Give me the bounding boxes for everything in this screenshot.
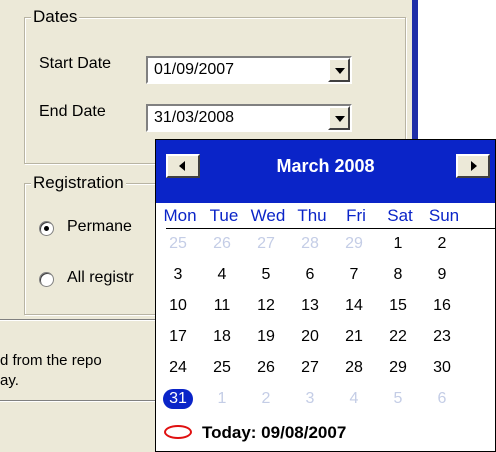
end-date-label: End Date	[39, 103, 106, 120]
day-cell[interactable]: 15	[381, 295, 415, 317]
day-of-week-label: Thu	[297, 206, 327, 225]
info-text-line2: ay.	[0, 372, 19, 389]
day-cell[interactable]: 28	[337, 357, 371, 379]
month-title: March 2008	[276, 156, 375, 176]
day-cell[interactable]: 2	[249, 388, 283, 410]
day-cell[interactable]: 4	[205, 264, 239, 286]
day-cell[interactable]: 6	[425, 388, 459, 410]
day-cell[interactable]: 17	[161, 326, 195, 348]
day-cell[interactable]: 26	[205, 233, 239, 255]
day-cell[interactable]: 1	[205, 388, 239, 410]
day-of-week-label: Mon	[163, 206, 197, 225]
day-cell[interactable]: 5	[381, 388, 415, 410]
day-cell[interactable]: 26	[249, 357, 283, 379]
day-cell[interactable]: 10	[161, 295, 195, 317]
calendar-popup[interactable]: March 2008 Mon Tue Wed Thu Fri Sat Sun 25 26 27 2…	[155, 139, 496, 452]
radio-permanent[interactable]	[39, 221, 54, 236]
today-circle-icon	[164, 425, 192, 439]
day-cell[interactable]: 25	[205, 357, 239, 379]
day-cell[interactable]: 19	[249, 326, 283, 348]
day-cell[interactable]: 9	[425, 264, 459, 286]
day-cell[interactable]: 2	[425, 233, 459, 255]
day-cell[interactable]: 4	[337, 388, 371, 410]
next-month-button[interactable]	[456, 154, 490, 178]
day-cell[interactable]: 6	[293, 264, 327, 286]
day-cell[interactable]: 18	[205, 326, 239, 348]
day-cell[interactable]: 20	[293, 326, 327, 348]
day-cell[interactable]: 29	[381, 357, 415, 379]
day-cell-selected[interactable]: 31	[161, 388, 195, 410]
registration-group-title: Registration	[31, 173, 126, 193]
day-cell[interactable]: 8	[381, 264, 415, 286]
day-cell[interactable]: 1	[381, 233, 415, 255]
day-of-week-label: Sun	[428, 206, 460, 225]
day-cell[interactable]: 3	[293, 388, 327, 410]
end-date-combo[interactable]: 31/03/2008	[146, 104, 352, 132]
calendar-header: March 2008	[156, 140, 495, 203]
day-of-week-label: Wed	[250, 206, 286, 225]
day-cell[interactable]: 28	[293, 233, 327, 255]
radio-all-registrations[interactable]	[39, 272, 54, 287]
day-cell[interactable]: 30	[425, 357, 459, 379]
radio-permanent-label[interactable]: Permane	[67, 217, 132, 237]
day-cell[interactable]: 23	[425, 326, 459, 348]
start-date-label: Start Date	[39, 55, 112, 72]
day-cell[interactable]: 25	[161, 233, 195, 255]
day-of-week-label: Fri	[346, 206, 366, 225]
info-text-line1: d from the repo	[0, 352, 102, 369]
day-cell[interactable]: 16	[425, 295, 459, 317]
day-cell[interactable]: 29	[337, 233, 371, 255]
start-date-value: 01/09/2007	[154, 61, 235, 78]
start-date-combo[interactable]: 01/09/2007	[146, 56, 352, 84]
day-cell[interactable]: 14	[337, 295, 371, 317]
day-cell[interactable]: 24	[161, 357, 195, 379]
day-cell[interactable]: 5	[249, 264, 283, 286]
day-cell[interactable]: 13	[293, 295, 327, 317]
radio-all-registrations-label[interactable]: All registr	[67, 268, 134, 288]
day-cell[interactable]: 27	[293, 357, 327, 379]
today-label: Today: 09/08/2007	[202, 423, 347, 442]
day-cell[interactable]: 3	[161, 264, 195, 286]
header-divider	[166, 228, 495, 229]
day-cell[interactable]: 7	[337, 264, 371, 286]
dates-group-title: Dates	[31, 7, 80, 27]
day-cell[interactable]: 12	[249, 295, 283, 317]
day-cell[interactable]: 11	[205, 295, 239, 317]
day-of-week-label: Sat	[387, 206, 413, 225]
chevron-down-icon[interactable]	[328, 58, 350, 82]
day-cell[interactable]: 27	[249, 233, 283, 255]
end-date-value: 31/03/2008	[154, 109, 235, 126]
day-cell[interactable]: 21	[337, 326, 371, 348]
day-cell[interactable]: 22	[381, 326, 415, 348]
chevron-down-icon[interactable]	[328, 106, 350, 130]
day-of-week-label: Tue	[209, 206, 239, 225]
